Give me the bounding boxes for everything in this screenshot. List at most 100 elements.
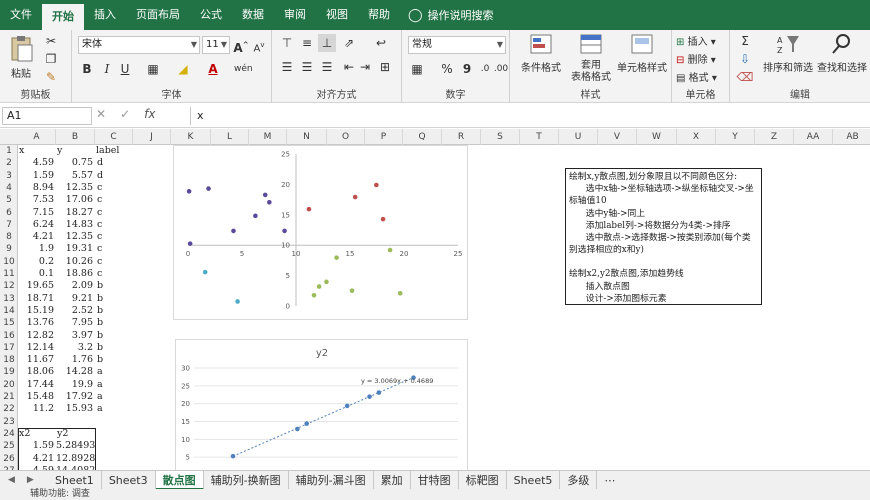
- cell[interactable]: 1.76: [56, 354, 93, 366]
- insert-function-icon[interactable]: fx: [144, 107, 155, 121]
- column-header[interactable]: T: [520, 129, 559, 145]
- cell[interactable]: 6.24: [18, 219, 54, 231]
- column-header[interactable]: S: [481, 129, 520, 145]
- cell[interactable]: y: [57, 145, 93, 157]
- cell[interactable]: 18.86: [56, 268, 93, 280]
- copy-icon[interactable]: ❐: [42, 50, 60, 68]
- row-header[interactable]: 23: [0, 416, 18, 428]
- row-header[interactable]: 25: [0, 440, 18, 452]
- font-color-icon[interactable]: A: [204, 60, 222, 78]
- cell[interactable]: d: [97, 157, 127, 169]
- cell[interactable]: 19.65: [18, 280, 54, 292]
- sort-filter-button[interactable]: AZ 排序和筛选: [762, 32, 814, 74]
- row-header[interactable]: 3: [0, 170, 18, 182]
- scatter-chart-quadrants[interactable]: 0 5 10 15 20 25 0 5 10 15 20 25: [173, 145, 468, 320]
- tab-page-layout[interactable]: 页面布局: [126, 0, 190, 30]
- column-header[interactable]: P: [365, 129, 403, 145]
- row-header[interactable]: 1: [0, 145, 18, 157]
- row-header[interactable]: 18: [0, 354, 18, 366]
- cell[interactable]: 1.59: [18, 170, 54, 182]
- cell[interactable]: a: [97, 391, 127, 403]
- tab-insert[interactable]: 插入: [84, 0, 126, 30]
- cell[interactable]: b: [97, 305, 127, 317]
- cell[interactable]: 18.71: [18, 293, 54, 305]
- decrease-decimal-icon[interactable]: .00: [492, 60, 510, 78]
- cell[interactable]: 9.21: [56, 293, 93, 305]
- row-header[interactable]: 6: [0, 207, 18, 219]
- column-header[interactable]: N: [287, 129, 327, 145]
- enter-icon[interactable]: ✓: [120, 107, 130, 121]
- cell[interactable]: 5.28493: [56, 440, 95, 452]
- borders-icon[interactable]: ▦: [144, 60, 162, 78]
- sheet-tab[interactable]: Sheet1: [48, 470, 102, 490]
- tab-help[interactable]: 帮助: [358, 0, 400, 30]
- column-header[interactable]: O: [327, 129, 365, 145]
- row-header[interactable]: 2: [0, 157, 18, 169]
- row-header[interactable]: 21: [0, 391, 18, 403]
- column-header[interactable]: U: [559, 129, 598, 145]
- column-header[interactable]: K: [171, 129, 211, 145]
- cell[interactable]: 5.57: [56, 170, 93, 182]
- cell[interactable]: a: [97, 403, 127, 415]
- column-header[interactable]: AA: [794, 129, 833, 145]
- cell[interactable]: b: [97, 280, 127, 292]
- cell[interactable]: 7.15: [18, 207, 54, 219]
- align-top-icon[interactable]: ⊤: [278, 34, 296, 52]
- format-cells-button[interactable]: ▤ 格式 ▾: [676, 69, 730, 84]
- cell[interactable]: 8.94: [18, 182, 54, 194]
- cell[interactable]: x: [19, 145, 55, 157]
- clear-icon[interactable]: ⌫: [736, 68, 754, 86]
- cell[interactable]: 2.52: [56, 305, 93, 317]
- sheet-tab[interactable]: 累加: [374, 470, 411, 490]
- cell[interactable]: 19.9: [56, 379, 93, 391]
- currency-icon[interactable]: ▦: [408, 60, 426, 78]
- cell[interactable]: 15.48: [18, 391, 54, 403]
- align-bottom-icon[interactable]: ⊥: [318, 34, 336, 52]
- sheet-tab-active[interactable]: 散点图: [155, 470, 204, 490]
- row-header[interactable]: 13: [0, 293, 18, 305]
- cell[interactable]: 11.67: [18, 354, 54, 366]
- column-header[interactable]: A: [18, 129, 56, 145]
- cell[interactable]: 18.27: [56, 207, 93, 219]
- italic-button[interactable]: I: [98, 60, 116, 78]
- row-header[interactable]: 7: [0, 219, 18, 231]
- cell[interactable]: a: [97, 366, 127, 378]
- format-as-table-button[interactable]: 套用 表格格式: [566, 32, 616, 84]
- cell[interactable]: 0.2: [18, 256, 54, 268]
- chevron-left-icon[interactable]: ◀: [8, 475, 15, 485]
- increase-indent-icon[interactable]: ⇥: [356, 58, 374, 76]
- underline-button[interactable]: U: [116, 60, 134, 78]
- cell[interactable]: 18.06: [18, 366, 54, 378]
- cell[interactable]: c: [97, 231, 127, 243]
- row-header[interactable]: 15: [0, 317, 18, 329]
- insert-cells-button[interactable]: ⊞ 插入 ▾: [676, 33, 730, 48]
- cell[interactable]: a: [97, 379, 127, 391]
- formula-input[interactable]: x: [190, 107, 866, 125]
- row-header[interactable]: 12: [0, 280, 18, 292]
- cut-icon[interactable]: ✂: [42, 32, 60, 50]
- merge-center-icon[interactable]: ⊞: [376, 58, 394, 76]
- row-header[interactable]: 11: [0, 268, 18, 280]
- row-header[interactable]: 5: [0, 194, 18, 206]
- cell[interactable]: 15.19: [18, 305, 54, 317]
- cell[interactable]: 4.21: [18, 231, 54, 243]
- row-header[interactable]: 20: [0, 379, 18, 391]
- cell[interactable]: c: [97, 219, 127, 231]
- row-header[interactable]: 16: [0, 330, 18, 342]
- cell[interactable]: c: [97, 256, 127, 268]
- cell[interactable]: 12.35: [56, 231, 93, 243]
- scatter-chart-trendline[interactable]: y2051015202530y = 3.0069x + 0.4689: [175, 339, 468, 470]
- column-header[interactable]: C: [95, 129, 133, 145]
- instructions-textbox[interactable]: 绘制x,y散点图,划分象限且以不同颜色区分: 选中x轴->坐标轴选项->纵坐标轴…: [565, 168, 762, 305]
- row-header[interactable]: 24: [0, 428, 18, 440]
- cell[interactable]: 12.14: [18, 342, 54, 354]
- cell[interactable]: label: [96, 145, 136, 157]
- fill-icon[interactable]: ⇩: [736, 50, 754, 68]
- sheet-tab[interactable]: 辅助列-漏斗图: [289, 470, 374, 490]
- cell[interactable]: 14.28: [56, 366, 93, 378]
- row-header[interactable]: 17: [0, 342, 18, 354]
- cell[interactable]: 4.59: [18, 157, 54, 169]
- sheet-tab[interactable]: Sheet3: [102, 470, 156, 490]
- name-box[interactable]: A1: [2, 107, 92, 125]
- cell[interactable]: 1.59: [18, 440, 54, 452]
